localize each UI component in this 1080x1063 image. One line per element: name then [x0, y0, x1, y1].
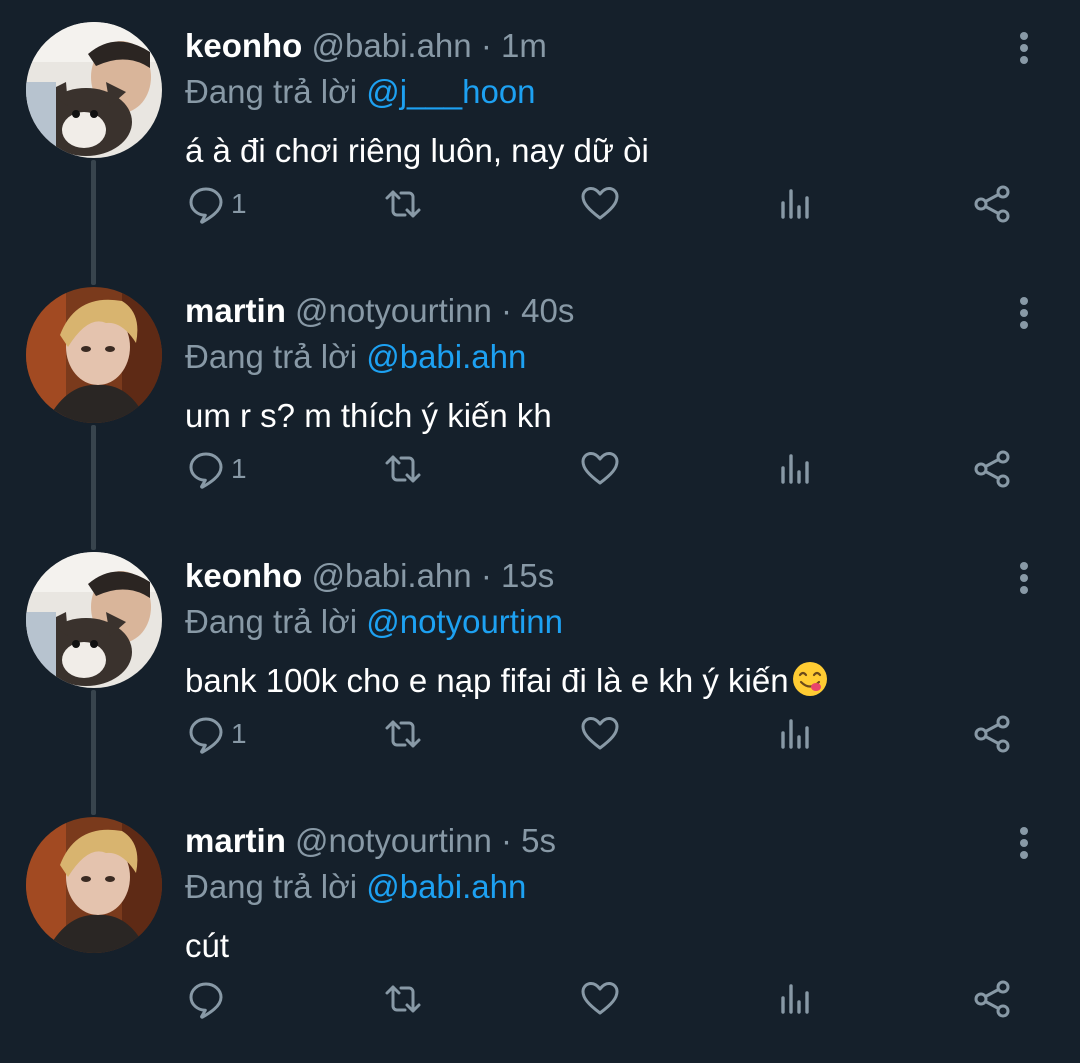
like-button[interactable] — [579, 180, 621, 228]
mention-link[interactable]: @babi.ahn — [366, 868, 526, 905]
timestamp[interactable]: 5s — [521, 822, 556, 859]
display-name[interactable]: keonho — [185, 557, 302, 594]
separator: · — [480, 557, 492, 594]
separator: · — [500, 822, 512, 859]
reply-count: 1 — [231, 188, 247, 219]
share-icon — [972, 448, 1014, 490]
share-button[interactable] — [972, 445, 1014, 493]
timestamp[interactable]: 40s — [521, 292, 574, 329]
more-options-icon[interactable] — [1008, 293, 1040, 333]
reply-button[interactable]: 1 — [185, 445, 247, 493]
tweet-actions: 1 — [0, 710, 1080, 758]
analytics-button[interactable] — [774, 180, 816, 228]
avatar[interactable] — [26, 287, 162, 423]
share-button[interactable] — [972, 710, 1014, 758]
reply-button[interactable]: 1 — [185, 710, 247, 758]
analytics-button[interactable] — [774, 975, 816, 1023]
analytics-icon — [774, 183, 816, 225]
like-icon — [579, 183, 621, 225]
retweet-icon — [382, 978, 424, 1020]
tweet-header: keonho @babi.ahn · 15s — [185, 556, 554, 596]
like-button[interactable] — [579, 710, 621, 758]
share-icon — [972, 183, 1014, 225]
analytics-icon — [774, 448, 816, 490]
more-options-icon[interactable] — [1008, 558, 1040, 598]
reply-count: 1 — [231, 718, 247, 749]
tweet[interactable]: martin @notyourtinn · 40s Đang trả lời @… — [0, 265, 1080, 530]
tweet-header: martin @notyourtinn · 5s — [185, 821, 556, 861]
retweet-icon — [382, 713, 424, 755]
user-handle[interactable]: @notyourtinn — [295, 822, 492, 859]
like-button[interactable] — [579, 445, 621, 493]
reply-count: 1 — [231, 453, 247, 484]
display-name[interactable]: martin — [185, 822, 286, 859]
display-name[interactable]: martin — [185, 292, 286, 329]
timestamp[interactable]: 15s — [501, 557, 554, 594]
share-icon — [972, 978, 1014, 1020]
retweet-button[interactable] — [382, 710, 424, 758]
user-handle[interactable]: @notyourtinn — [295, 292, 492, 329]
analytics-icon — [774, 713, 816, 755]
replying-to: Đang trả lời @notyourtinn — [185, 602, 563, 642]
tweet[interactable]: keonho @babi.ahn · 1m Đang trả lời @j___… — [0, 0, 1080, 265]
separator: · — [480, 27, 492, 64]
tweet[interactable]: martin @notyourtinn · 5s Đang trả lời @b… — [0, 795, 1080, 1060]
analytics-button[interactable] — [774, 710, 816, 758]
replying-to-label: Đang trả lời — [185, 73, 358, 110]
replying-to-label: Đang trả lời — [185, 603, 358, 640]
avatar[interactable] — [26, 552, 162, 688]
share-button[interactable] — [972, 975, 1014, 1023]
retweet-button[interactable] — [382, 180, 424, 228]
tweet-actions — [0, 975, 1080, 1023]
reply-icon — [185, 713, 227, 755]
reply-icon — [185, 183, 227, 225]
replying-to: Đang trả lời @j___hoon — [185, 72, 536, 112]
user-handle[interactable]: @babi.ahn — [312, 557, 472, 594]
share-button[interactable] — [972, 180, 1014, 228]
tweet-actions: 1 — [0, 180, 1080, 228]
like-icon — [579, 713, 621, 755]
tweet-text-container: bank 100k cho e nạp fifai đi là e kh ý k… — [185, 660, 829, 702]
mention-link[interactable]: @notyourtinn — [366, 603, 563, 640]
tweet-header: keonho @babi.ahn · 1m — [185, 26, 547, 66]
retweet-button[interactable] — [382, 975, 424, 1023]
more-options-icon[interactable] — [1008, 28, 1040, 68]
reply-button[interactable] — [185, 975, 231, 1023]
analytics-icon — [774, 978, 816, 1020]
tweet-text: um r s? m thích ý kiến kh — [185, 397, 552, 434]
replying-to: Đang trả lời @babi.ahn — [185, 337, 526, 377]
replying-to-label: Đang trả lời — [185, 338, 358, 375]
avatar[interactable] — [26, 22, 162, 158]
tweet-header: martin @notyourtinn · 40s — [185, 291, 574, 331]
like-icon — [579, 978, 621, 1020]
reply-button[interactable]: 1 — [185, 180, 247, 228]
avatar[interactable] — [26, 817, 162, 953]
retweet-icon — [382, 448, 424, 490]
yum-face-emoji-icon — [791, 660, 829, 698]
retweet-button[interactable] — [382, 445, 424, 493]
user-handle[interactable]: @babi.ahn — [312, 27, 472, 64]
more-options-icon[interactable] — [1008, 823, 1040, 863]
reply-icon — [185, 448, 227, 490]
display-name[interactable]: keonho — [185, 27, 302, 64]
mention-link[interactable]: @j___hoon — [366, 73, 535, 110]
reply-icon — [185, 978, 227, 1020]
separator: · — [500, 292, 512, 329]
like-button[interactable] — [579, 975, 621, 1023]
tweet-text: á à đi chơi riêng luôn, nay dữ òi — [185, 132, 649, 169]
tweet-actions: 1 — [0, 445, 1080, 493]
mention-link[interactable]: @babi.ahn — [366, 338, 526, 375]
analytics-button[interactable] — [774, 445, 816, 493]
tweet-thread: keonho @babi.ahn · 1m Đang trả lời @j___… — [0, 0, 1080, 1063]
replying-to-label: Đang trả lời — [185, 868, 358, 905]
share-icon — [972, 713, 1014, 755]
tweet-text: cút — [185, 927, 230, 964]
tweet-text: bank 100k cho e nạp fifai đi là e kh ý k… — [185, 662, 789, 699]
timestamp[interactable]: 1m — [501, 27, 547, 64]
like-icon — [579, 448, 621, 490]
retweet-icon — [382, 183, 424, 225]
tweet[interactable]: keonho @babi.ahn · 15s Đang trả lời @not… — [0, 530, 1080, 795]
replying-to: Đang trả lời @babi.ahn — [185, 867, 526, 907]
